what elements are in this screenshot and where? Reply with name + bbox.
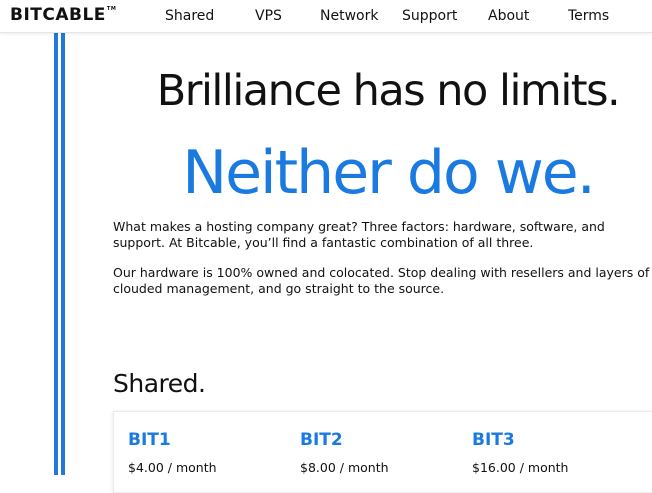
intro-paragraph-line: What makes a hosting company great? Thre… <box>113 219 605 234</box>
hardware-paragraph-line: Our hardware is 100% owned and colocated… <box>113 265 650 280</box>
nav-link-shared[interactable]: Shared <box>165 8 214 24</box>
plan-price: $8.00 / month <box>300 460 389 475</box>
nav-link-network[interactable]: Network <box>320 8 378 24</box>
nav-link-terms[interactable]: Terms <box>568 8 609 24</box>
plan-price: $16.00 / month <box>472 460 569 475</box>
intro-paragraph-line: support. At Bitcable, you’ll find a fant… <box>113 235 534 250</box>
logo-text: BITCABLE <box>10 5 106 25</box>
nav-link-about[interactable]: About <box>488 8 529 24</box>
plan-name: BIT1 <box>128 430 171 450</box>
plan-bit3[interactable]: BIT3 $16.00 / month <box>472 430 568 475</box>
nav-link-vps[interactable]: VPS <box>255 8 282 24</box>
decorative-side-line-left <box>54 32 58 475</box>
plan-price: $4.00 / month <box>128 460 217 475</box>
hardware-paragraph: Our hardware is 100% owned and colocated… <box>113 265 652 297</box>
logo-trademark: TM <box>106 6 117 13</box>
bitcable-logo[interactable]: BITCABLETM <box>10 5 116 25</box>
nav-link-support[interactable]: Support <box>402 8 457 24</box>
shared-section-title: Shared. <box>113 369 206 398</box>
hero-headline: Brilliance has no limits. <box>156 66 621 116</box>
intro-paragraph: What makes a hosting company great? Thre… <box>113 219 652 251</box>
hardware-paragraph-line: clouded management, and go straight to t… <box>113 281 445 296</box>
plan-name: BIT3 <box>472 430 515 450</box>
plan-bit1[interactable]: BIT1 $4.00 / month <box>128 430 217 475</box>
plan-name: BIT2 <box>300 430 343 450</box>
top-navigation-bar: BITCABLETM Shared VPS Network Support Ab… <box>0 0 652 33</box>
decorative-side-line-right <box>61 32 65 475</box>
hero-subheadline: Neither do we. <box>182 138 596 208</box>
shared-plans-card: BIT1 $4.00 / month BIT2 $8.00 / month BI… <box>113 411 652 493</box>
plan-bit2[interactable]: BIT2 $8.00 / month <box>300 430 389 475</box>
